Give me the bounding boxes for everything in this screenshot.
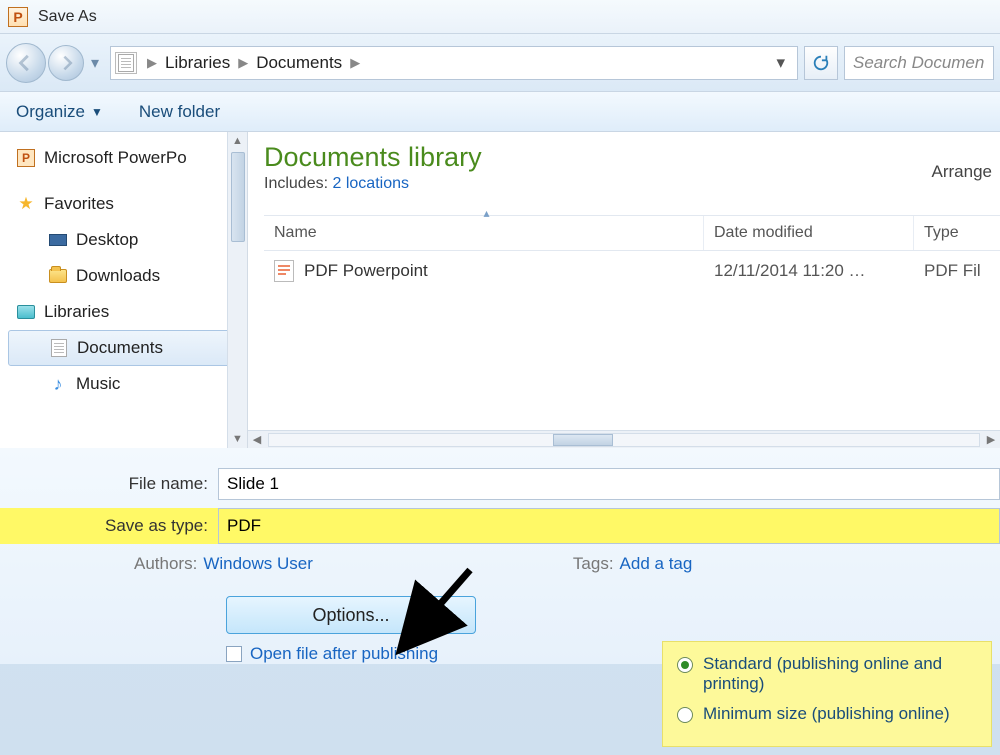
file-list-pane: Documents library Includes: 2 locations … (248, 132, 1000, 448)
column-date[interactable]: Date modified (704, 216, 914, 250)
optimize-panel: Standard (publishing online and printing… (662, 641, 992, 747)
saveastype-combo[interactable]: PDF (218, 508, 1000, 544)
optimize-minimum[interactable]: Minimum size (publishing online) (677, 704, 977, 724)
scroll-left-icon[interactable]: ◀ (248, 433, 266, 446)
chevron-right-icon: ▶ (350, 55, 360, 71)
radio-checked-icon[interactable] (677, 657, 693, 673)
breadcrumb-item[interactable]: Libraries (163, 53, 232, 73)
downloads-folder-icon (48, 266, 68, 286)
powerpoint-icon: P (8, 7, 28, 27)
sidebar-item-desktop[interactable]: Desktop (8, 222, 247, 258)
breadcrumb-dropdown[interactable]: ▾ (768, 53, 793, 73)
chevron-down-icon: ▼ (91, 105, 103, 119)
scroll-right-icon[interactable]: ▶ (982, 433, 1000, 446)
scroll-down-icon[interactable]: ▼ (232, 430, 243, 448)
breadcrumb[interactable]: ▶ Libraries ▶ Documents ▶ ▾ (110, 46, 798, 80)
breadcrumb-item[interactable]: Documents (254, 53, 344, 73)
sidebar-item-app[interactable]: P Microsoft PowerPo (8, 140, 247, 176)
star-icon: ★ (16, 194, 36, 214)
file-row[interactable]: PDF Powerpoint 12/11/2014 11:20 … PDF Fi… (264, 251, 1000, 291)
filename-label: File name: (0, 474, 218, 494)
document-icon (49, 338, 69, 358)
nav-bar: ▾ ▶ Libraries ▶ Documents ▶ ▾ Search Doc… (0, 34, 1000, 92)
tags-label: Tags: (573, 554, 614, 574)
pdf-file-icon (274, 260, 294, 282)
search-input[interactable]: Search Documen (844, 46, 994, 80)
scrollbar-track[interactable] (268, 433, 980, 447)
file-date: 12/11/2014 11:20 … (704, 261, 914, 281)
forward-button[interactable] (48, 45, 84, 81)
scrollbar-thumb[interactable] (231, 152, 245, 242)
sidebar-libraries-header[interactable]: Libraries (8, 294, 247, 330)
scroll-up-icon[interactable]: ▲ (232, 132, 243, 150)
optimize-standard[interactable]: Standard (publishing online and printing… (677, 654, 977, 694)
libraries-icon (16, 302, 36, 322)
checkbox-icon[interactable] (226, 646, 242, 662)
sidebar-item-documents[interactable]: Documents (8, 330, 241, 366)
column-type[interactable]: Type (914, 216, 1000, 250)
arrange-label[interactable]: Arrange (932, 162, 992, 182)
tags-value[interactable]: Add a tag (620, 554, 693, 574)
file-type: PDF Fil (914, 261, 1000, 281)
title-bar: P Save As (0, 0, 1000, 34)
organize-button[interactable]: Organize ▼ (16, 102, 103, 122)
radio-icon[interactable] (677, 707, 693, 723)
options-button[interactable]: Options... (226, 596, 476, 634)
authors-label: Authors: (134, 554, 197, 574)
desktop-icon (48, 230, 68, 250)
powerpoint-icon: P (16, 148, 36, 168)
refresh-button[interactable] (804, 46, 838, 80)
window-title: Save As (38, 8, 97, 26)
sidebar-favorites-header[interactable]: ★ Favorites (8, 186, 247, 222)
sidebar: P Microsoft PowerPo ★ Favorites Desktop … (0, 132, 248, 448)
column-name[interactable]: Name (264, 216, 704, 250)
sidebar-item-downloads[interactable]: Downloads (8, 258, 247, 294)
document-icon (115, 52, 137, 74)
authors-value[interactable]: Windows User (203, 554, 313, 574)
sidebar-scrollbar[interactable]: ▲ ▼ (227, 132, 247, 448)
library-subtitle: Includes: 2 locations (264, 175, 1000, 193)
new-folder-button[interactable]: New folder (139, 102, 220, 122)
sidebar-item-music[interactable]: ♪ Music (8, 366, 247, 402)
back-button[interactable] (6, 43, 46, 83)
file-name: PDF Powerpoint (304, 261, 428, 281)
toolbar: Organize ▼ New folder (0, 92, 1000, 132)
library-title: Documents library (264, 142, 1000, 173)
chevron-right-icon: ▶ (238, 55, 248, 71)
filename-input[interactable] (218, 468, 1000, 500)
save-form: File name: Save as type: PDF Authors: Wi… (0, 448, 1000, 664)
locations-link[interactable]: 2 locations (333, 175, 410, 192)
music-icon: ♪ (48, 374, 68, 394)
column-headers: Name Date modified Type (264, 215, 1000, 251)
nav-history-dropdown[interactable]: ▾ (86, 43, 104, 83)
horizontal-scrollbar[interactable]: ◀ ▶ (248, 430, 1000, 448)
scrollbar-thumb[interactable] (553, 434, 613, 446)
chevron-right-icon: ▶ (147, 55, 157, 71)
search-placeholder: Search Documen (853, 53, 984, 73)
saveastype-label: Save as type: (0, 516, 218, 536)
